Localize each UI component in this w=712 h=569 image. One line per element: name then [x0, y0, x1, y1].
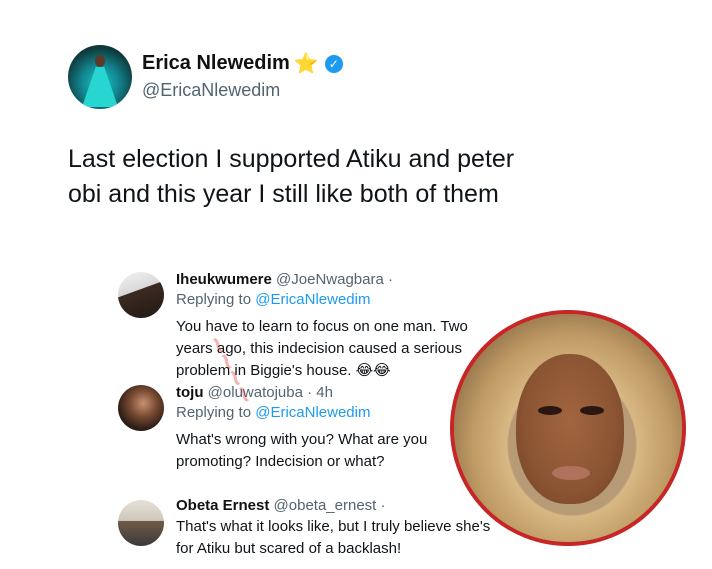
reply-display-name[interactable]: toju — [176, 384, 204, 401]
main-tweet-handle[interactable]: @EricaNlewedim — [142, 80, 280, 101]
replying-to-line: Replying to @EricaNlewedim — [176, 291, 370, 308]
reply-handle[interactable]: @JoeNwagbara · — [276, 271, 393, 288]
verified-badge-icon: ✓ — [324, 54, 343, 73]
star-icon: ⭐ — [293, 52, 319, 75]
replying-prefix: Replying to — [176, 291, 252, 308]
main-tweet-text: Last election I supported Atiku and pete… — [68, 145, 515, 208]
avatar-figure-head — [95, 55, 105, 67]
reply-avatar-iheukwumere[interactable] — [118, 272, 164, 318]
reply-display-name[interactable]: Obeta Ernest — [176, 497, 269, 514]
portrait-eye-left — [538, 406, 562, 415]
replying-mention-link[interactable]: @EricaNlewedim — [255, 404, 370, 421]
main-tweet-display-name[interactable]: Erica Nlewedim — [142, 52, 290, 75]
reply-header: Iheukwumere @JoeNwagbara · — [176, 271, 393, 288]
avatar-figure-dress — [82, 67, 118, 107]
reply-avatar-toju[interactable] — [118, 385, 164, 431]
replying-mention-link[interactable]: @EricaNlewedim — [255, 291, 370, 308]
portrait-lips — [552, 466, 590, 480]
main-tweet-name-line: Erica Nlewedim ⭐ ✓ — [142, 52, 343, 75]
reply-display-name[interactable]: Iheukwumere — [176, 271, 272, 288]
inset-portrait-photo — [450, 310, 686, 546]
replying-to-line: Replying to @EricaNlewedim — [176, 404, 370, 421]
reply-avatar-obeta-ernest[interactable] — [118, 500, 164, 546]
reply-handle[interactable]: @obeta_ernest · — [274, 497, 386, 514]
portrait-eye-right — [580, 406, 604, 415]
portrait-face — [516, 354, 624, 504]
main-tweet-avatar[interactable] — [68, 45, 132, 109]
reply-text: That's what it looks like, but I truly b… — [176, 518, 491, 557]
reply-header: Obeta Ernest @obeta_ernest · — [176, 497, 386, 514]
reply-text: What's wrong with you? What are you prom… — [176, 431, 428, 470]
